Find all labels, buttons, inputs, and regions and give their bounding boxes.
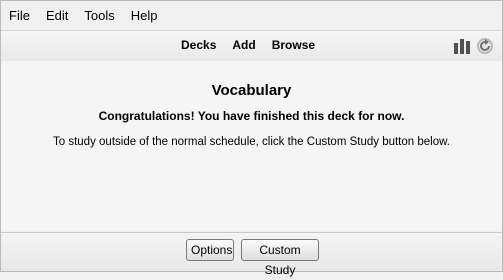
menu-bar: File Edit Tools Help	[1, 1, 500, 29]
top-toolbar: Decks Add Browse	[1, 30, 502, 62]
bottom-bar: Options Custom Study	[1, 232, 502, 277]
congrats-message: Congratulations! You have finished this …	[98, 109, 405, 123]
menu-tools[interactable]: Tools	[84, 8, 114, 23]
toolbar-links: Decks Add Browse	[181, 38, 315, 52]
main-content: Vocabulary Congratulations! You have fin…	[1, 61, 502, 231]
custom-study-button[interactable]: Custom Study	[241, 239, 319, 277]
options-button[interactable]: Options	[186, 239, 234, 261]
menu-file[interactable]: File	[9, 8, 30, 23]
stats-icon[interactable]	[453, 38, 471, 54]
add-link[interactable]: Add	[232, 38, 255, 52]
custom-study-info: To study outside of the normal schedule,…	[53, 136, 450, 148]
menu-help[interactable]: Help	[131, 8, 158, 23]
decks-link[interactable]: Decks	[181, 38, 216, 52]
browse-link[interactable]: Browse	[272, 38, 315, 52]
deck-title: Vocabulary	[211, 82, 292, 99]
sync-icon[interactable]	[476, 37, 494, 55]
menu-edit[interactable]: Edit	[46, 8, 68, 23]
